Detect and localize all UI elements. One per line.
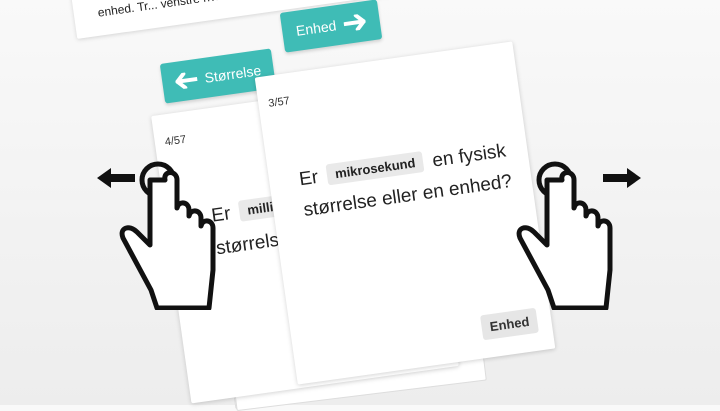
swipe-left-hand-icon [97, 161, 216, 310]
size-button-label: Størrelse [203, 62, 263, 86]
arrow-left-icon [174, 71, 198, 90]
front-flashcard[interactable]: 3/57 Er mikrosekund en fysisk størrelse … [254, 41, 556, 385]
term-chip: mikrosekund [325, 151, 425, 186]
arrow-right-icon [343, 13, 366, 32]
card-counter: 3/57 [267, 95, 291, 110]
swipe-right-hand-icon [516, 161, 641, 310]
question-prefix: Er [297, 166, 320, 191]
unit-button-label: Enhed [294, 17, 338, 39]
card-counter: 4/57 [164, 133, 187, 149]
answer-label: Enhed [480, 307, 539, 341]
question-mid: en fysisk [431, 140, 508, 172]
